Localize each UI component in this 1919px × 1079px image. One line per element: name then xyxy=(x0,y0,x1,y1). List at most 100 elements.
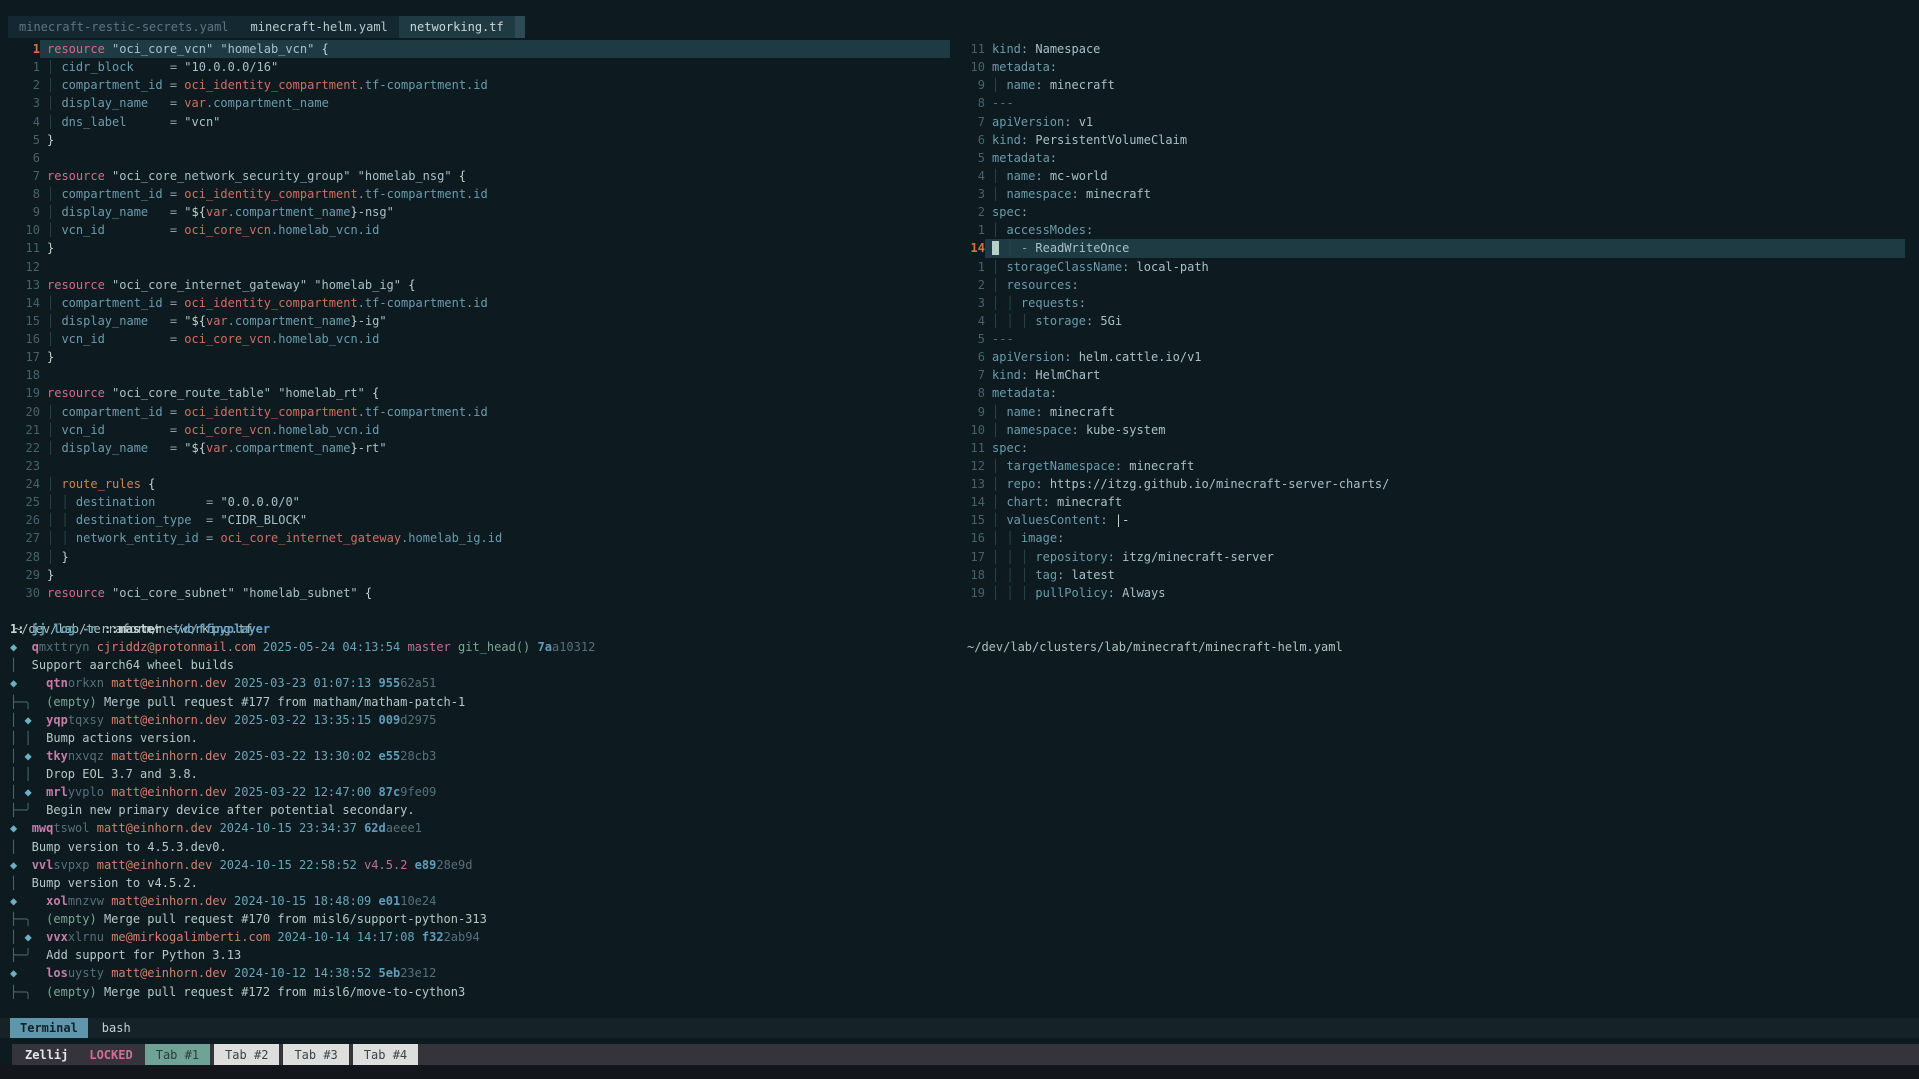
code-line[interactable]: 1│ cidr_block = "10.0.0.0/16" xyxy=(8,58,950,76)
code-line[interactable]: 9│ display_name = "${var.compartment_nam… xyxy=(8,203,950,221)
code-text: │ compartment_id = oci_identity_compartm… xyxy=(40,403,950,421)
code-line[interactable]: 10metadata: xyxy=(958,58,1905,76)
code-line[interactable]: 18 xyxy=(8,366,950,384)
terminal-prompt-row[interactable]: log file: xyxy=(10,1000,104,1018)
code-line[interactable]: 5metadata: xyxy=(958,149,1905,167)
code-line[interactable]: 12│ targetNamespace: minecraft xyxy=(958,457,1905,475)
zellij-tab-3[interactable]: Tab #3 xyxy=(283,1044,348,1065)
zellij-tab-4[interactable]: Tab #4 xyxy=(353,1044,418,1065)
code-line[interactable]: 13resource "oci_core_internet_gateway" "… xyxy=(8,276,950,294)
code-line[interactable]: 13│ repo: https://itzg.github.io/minecra… xyxy=(958,475,1905,493)
code-line[interactable]: 7kind: HelmChart xyxy=(958,366,1905,384)
code-line[interactable]: 17│ │ │ repository: itzg/minecraft-serve… xyxy=(958,548,1905,566)
code-text: │ accessModes: xyxy=(985,221,1905,239)
code-line[interactable]: 19│ │ │ pullPolicy: Always xyxy=(958,584,1905,602)
code-text: │ namespace: minecraft xyxy=(985,185,1905,203)
code-line[interactable]: 19resource "oci_core_route_table" "homel… xyxy=(8,384,950,402)
code-line[interactable]: 3│ namespace: minecraft xyxy=(958,185,1905,203)
code-line[interactable]: 14│ chart: minecraft xyxy=(958,493,1905,511)
code-line[interactable]: 12 xyxy=(8,258,950,276)
code-line[interactable]: 15│ display_name = "${var.compartment_na… xyxy=(8,312,950,330)
code-line[interactable]: 4│ dns_label = "vcn" xyxy=(8,113,950,131)
code-line[interactable]: 20│ compartment_id = oci_identity_compar… xyxy=(8,403,950,421)
code-line[interactable]: 11kind: Namespace xyxy=(958,40,1905,58)
code-line[interactable]: 14│ compartment_id = oci_identity_compar… xyxy=(8,294,950,312)
code-line[interactable]: 26│ │ destination_type = "CIDR_BLOCK" xyxy=(8,511,950,529)
code-line[interactable]: 24│ route_rules { xyxy=(8,475,950,493)
line-number: 22 xyxy=(8,439,40,457)
code-text: │ │ network_entity_id = oci_core_interne… xyxy=(40,529,950,547)
code-line[interactable]: 4│ │ │ storage: 5Gi xyxy=(958,312,1905,330)
code-line[interactable]: 8│ compartment_id = oci_identity_compart… xyxy=(8,185,950,203)
code-line[interactable]: 11} xyxy=(8,239,950,257)
code-line[interactable]: 16│ vcn_id = oci_core_vcn.homelab_vcn.id xyxy=(8,330,950,348)
code-text xyxy=(40,258,950,276)
code-line[interactable]: 1resource "oci_core_vcn" "homelab_vcn" { xyxy=(8,40,950,58)
zellij-tab-2[interactable]: Tab #2 xyxy=(214,1044,279,1065)
line-number: 1 xyxy=(8,40,40,58)
code-line[interactable]: 5--- xyxy=(958,330,1905,348)
code-line[interactable]: 7apiVersion: v1 xyxy=(958,113,1905,131)
code-text xyxy=(40,457,950,475)
code-line[interactable]: 3│ │ requests: xyxy=(958,294,1905,312)
code-line[interactable]: 2spec: xyxy=(958,203,1905,221)
code-line[interactable]: 4│ name: mc-world xyxy=(958,167,1905,185)
line-number: 4 xyxy=(958,167,985,185)
code-line[interactable]: 8metadata: xyxy=(958,384,1905,402)
code-line[interactable]: 5} xyxy=(8,131,950,149)
line-number: 19 xyxy=(8,384,40,402)
code-line[interactable]: 14 │ - ReadWriteOnce xyxy=(958,239,1905,257)
code-text: metadata: xyxy=(985,384,1905,402)
code-line[interactable]: 10│ namespace: kube-system xyxy=(958,421,1905,439)
code-line[interactable]: 6apiVersion: helm.cattle.io/v1 xyxy=(958,348,1905,366)
code-line[interactable]: 28│ } xyxy=(8,548,950,566)
code-line[interactable]: 22│ display_name = "${var.compartment_na… xyxy=(8,439,950,457)
editor-pane-minecraft-helm-yaml[interactable]: 11kind: Namespace10metadata:9│ name: min… xyxy=(958,40,1905,602)
line-number: 29 xyxy=(8,566,40,584)
terminal-line: ◆ xolmnzvw matt@einhorn.dev 2024-10-15 1… xyxy=(10,892,1910,910)
code-text: } xyxy=(40,131,950,149)
code-line[interactable]: 21│ vcn_id = oci_core_vcn.homelab_vcn.id xyxy=(8,421,950,439)
code-line[interactable]: 27│ │ network_entity_id = oci_core_inter… xyxy=(8,529,950,547)
code-line[interactable]: 6kind: PersistentVolumeClaim xyxy=(958,131,1905,149)
line-number: 27 xyxy=(8,529,40,547)
code-line[interactable]: 30resource "oci_core_subnet" "homelab_su… xyxy=(8,584,950,602)
code-line[interactable]: 2│ resources: xyxy=(958,276,1905,294)
terminal-tab-chip[interactable]: Terminal xyxy=(10,1018,88,1038)
zellij-tab-1[interactable]: Tab #1 xyxy=(145,1044,210,1065)
zellij-logo: Zellij xyxy=(12,1044,81,1065)
buffer-tab-minecraft-helm[interactable]: minecraft-helm.yaml xyxy=(240,16,399,38)
line-number: 30 xyxy=(8,584,40,602)
code-text: │ │ destination_type = "CIDR_BLOCK" xyxy=(40,511,950,529)
shell-label[interactable]: bash xyxy=(102,1021,131,1035)
code-line[interactable]: 18│ │ │ tag: latest xyxy=(958,566,1905,584)
code-line[interactable]: 9│ name: minecraft xyxy=(958,76,1905,94)
code-line[interactable]: 15│ valuesContent: |- xyxy=(958,511,1905,529)
code-line[interactable]: 25│ │ destination = "0.0.0.0/0" xyxy=(8,493,950,511)
code-line[interactable]: 10│ vcn_id = oci_core_vcn.homelab_vcn.id xyxy=(8,221,950,239)
code-line[interactable]: 1│ storageClassName: local-path xyxy=(958,258,1905,276)
zellij-status-bar: Zellij LOCKED Tab #1 Tab #2 Tab #3 Tab #… xyxy=(12,1044,1919,1065)
code-line[interactable]: 9│ name: minecraft xyxy=(958,403,1905,421)
terminal-line: ├─╮ (empty) Merge pull request #172 from… xyxy=(10,983,1910,1001)
terminal-pane[interactable]: 1: jj log -r ::master ~/d/ffpyplayer◆ qm… xyxy=(10,620,1910,1001)
code-line[interactable]: 8--- xyxy=(958,94,1905,112)
code-line[interactable]: 17} xyxy=(8,348,950,366)
code-line[interactable]: 2│ compartment_id = oci_identity_compart… xyxy=(8,76,950,94)
line-number: 26 xyxy=(8,511,40,529)
code-line[interactable]: 16│ │ image: xyxy=(958,529,1905,547)
code-line[interactable]: 29} xyxy=(8,566,950,584)
buffer-tab-minecraft-restic-secrets[interactable]: minecraft-restic-secrets.yaml xyxy=(8,16,240,38)
code-line[interactable]: 6 xyxy=(8,149,950,167)
code-line[interactable]: 3│ display_name = var.compartment_name xyxy=(8,94,950,112)
line-number: 1 xyxy=(8,58,40,76)
code-text: │ │ image: xyxy=(985,529,1905,547)
inner-tab-bar: Terminal bash xyxy=(0,1018,1919,1038)
code-line[interactable]: 23 xyxy=(8,457,950,475)
code-line[interactable]: 1│ accessModes: xyxy=(958,221,1905,239)
code-line[interactable]: 11spec: xyxy=(958,439,1905,457)
code-line[interactable]: 7resource "oci_core_network_security_gro… xyxy=(8,167,950,185)
editor-pane-networking-tf[interactable]: 1resource "oci_core_vcn" "homelab_vcn" {… xyxy=(8,40,950,602)
buffer-tab-networking[interactable]: networking.tf xyxy=(399,16,515,38)
terminal-line: │ ◆ yqptqxsy matt@einhorn.dev 2025-03-22… xyxy=(10,711,1910,729)
